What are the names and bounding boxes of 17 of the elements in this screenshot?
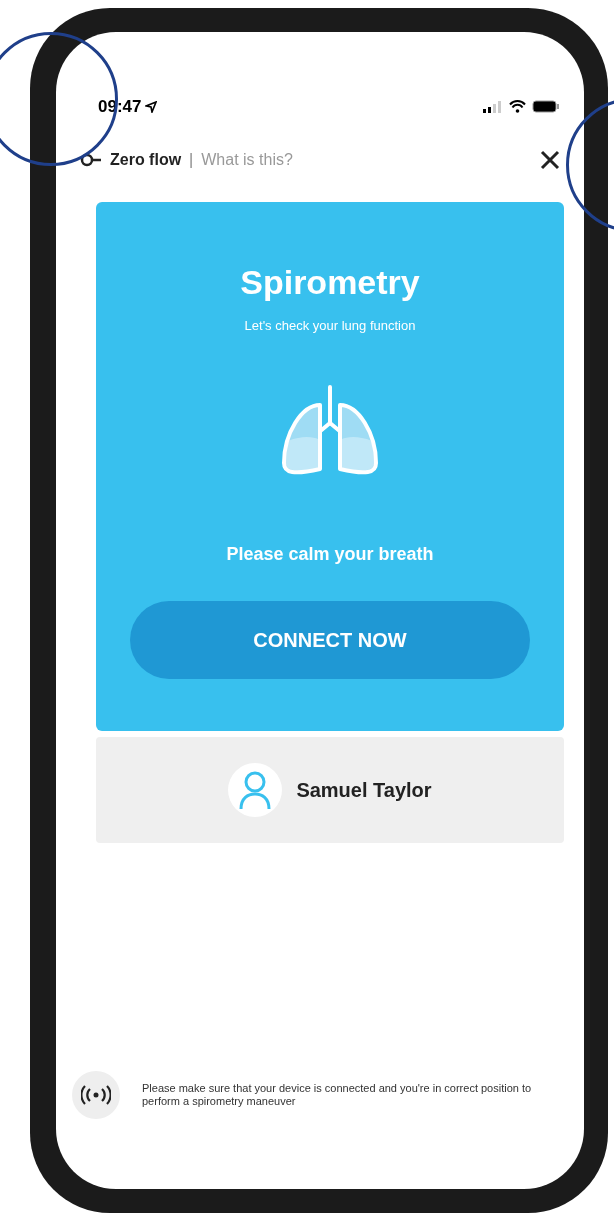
patient-name: Samuel Taylor: [296, 777, 432, 803]
connect-now-button[interactable]: CONNECT NOW: [130, 601, 530, 679]
footer-note: Please make sure that your device is connected and you're in correct position to perform a spirometry maneuver: [142, 1082, 533, 1108]
person-icon: [238, 769, 273, 810]
wifi-icon: [509, 100, 526, 114]
header-separator: |: [189, 149, 194, 170]
close-icon: [540, 149, 560, 170]
instruction-text: Please calm your breath: [226, 543, 434, 566]
card-subtitle: Let's check your lung function: [244, 316, 416, 335]
key-icon: [80, 152, 102, 167]
signal-icon: [483, 100, 503, 113]
battery-icon: [532, 100, 560, 114]
broadcast-icon: [81, 1085, 111, 1105]
card-title: Spirometry: [240, 261, 420, 303]
what-is-this-link[interactable]: What is this?: [201, 147, 293, 172]
location-arrow-icon: [145, 100, 158, 113]
header-title: Zero flow: [110, 149, 182, 170]
